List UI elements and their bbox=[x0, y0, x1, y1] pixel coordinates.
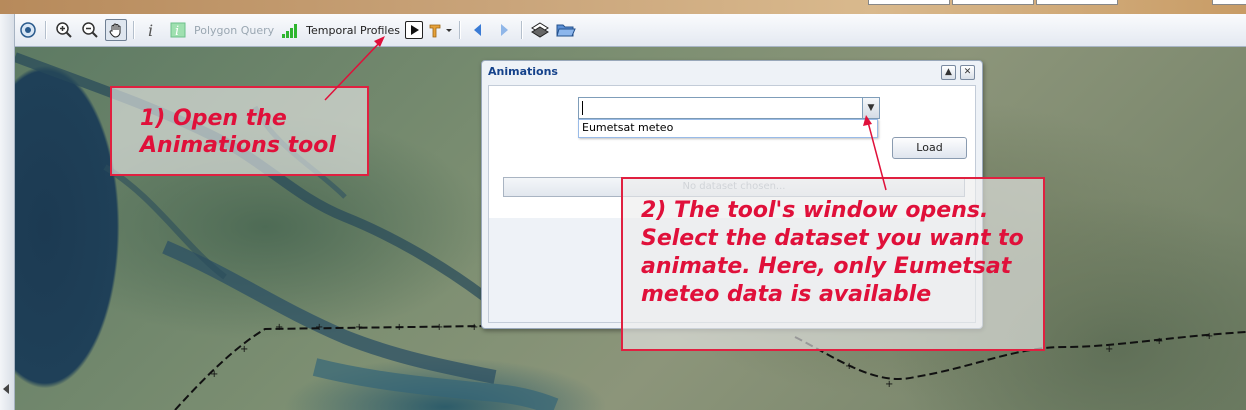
toolbar-separator bbox=[458, 21, 461, 39]
zoom-out-icon[interactable] bbox=[79, 18, 101, 42]
polygon-info-icon: i bbox=[167, 18, 189, 42]
svg-text:+: + bbox=[355, 322, 363, 333]
text-caret bbox=[582, 101, 583, 115]
svg-text:+: + bbox=[470, 322, 478, 333]
annotation-step-1: 1) Open the Animations tool bbox=[110, 86, 369, 176]
close-icon[interactable]: ✕ bbox=[960, 65, 975, 80]
tools-dropdown-icon[interactable] bbox=[427, 18, 453, 42]
signal-bars-icon[interactable] bbox=[279, 18, 301, 42]
polygon-query-label[interactable]: Polygon Query bbox=[191, 24, 277, 37]
svg-text:+: + bbox=[275, 322, 283, 333]
info-icon[interactable]: i bbox=[141, 18, 163, 42]
dataset-option[interactable]: Eumetsat meteo bbox=[582, 121, 673, 134]
svg-text:+: + bbox=[1105, 344, 1113, 355]
svg-text:+: + bbox=[885, 379, 893, 390]
previous-extent-icon[interactable] bbox=[467, 18, 489, 42]
window-title: Animations bbox=[488, 65, 558, 78]
dataset-combobox[interactable]: ▼ bbox=[578, 97, 880, 119]
next-extent-icon[interactable] bbox=[493, 18, 515, 42]
map-toolbar: i i Polygon Query Temporal Profiles bbox=[15, 14, 1246, 47]
dataset-dropdown-list: Eumetsat meteo bbox=[578, 119, 878, 138]
full-extent-icon[interactable] bbox=[17, 18, 39, 42]
toolbar-separator bbox=[520, 21, 523, 39]
svg-text:i: i bbox=[148, 21, 153, 39]
toolbar-separator bbox=[45, 21, 47, 39]
top-field bbox=[952, 0, 1034, 5]
layers-icon[interactable] bbox=[529, 18, 551, 42]
play-animation-icon[interactable] bbox=[404, 21, 423, 39]
svg-text:+: + bbox=[1155, 336, 1163, 347]
load-button[interactable]: Load bbox=[892, 137, 967, 159]
left-collapse-rail[interactable] bbox=[0, 14, 15, 410]
svg-text:+: + bbox=[315, 322, 323, 333]
collapse-icon[interactable]: ▲ bbox=[941, 65, 956, 80]
svg-text:+: + bbox=[435, 322, 443, 333]
top-field bbox=[1036, 0, 1118, 5]
pan-hand-icon[interactable] bbox=[105, 19, 127, 41]
toolbar-separator bbox=[133, 21, 135, 39]
zoom-in-icon[interactable] bbox=[53, 18, 75, 42]
top-field bbox=[1212, 0, 1246, 5]
annotation-step-1-text: 1) Open the Animations tool bbox=[140, 106, 336, 158]
svg-text:+: + bbox=[210, 369, 218, 380]
expand-arrow-icon[interactable] bbox=[3, 384, 9, 394]
annotation-step-2-text: 2) The tool's window opens. Select the d… bbox=[641, 198, 1024, 307]
open-folder-icon[interactable] bbox=[555, 18, 577, 42]
chevron-down-icon[interactable]: ▼ bbox=[862, 98, 879, 118]
top-field bbox=[868, 0, 950, 5]
svg-text:+: + bbox=[845, 361, 853, 372]
temporal-profiles-label[interactable]: Temporal Profiles bbox=[303, 24, 403, 37]
top-strip bbox=[0, 0, 1246, 14]
svg-text:+: + bbox=[395, 322, 403, 333]
svg-text:+: + bbox=[1205, 331, 1213, 342]
svg-text:+: + bbox=[240, 344, 248, 355]
annotation-step-2: 2) The tool's window opens. Select the d… bbox=[621, 177, 1045, 351]
svg-text:i: i bbox=[175, 24, 179, 39]
